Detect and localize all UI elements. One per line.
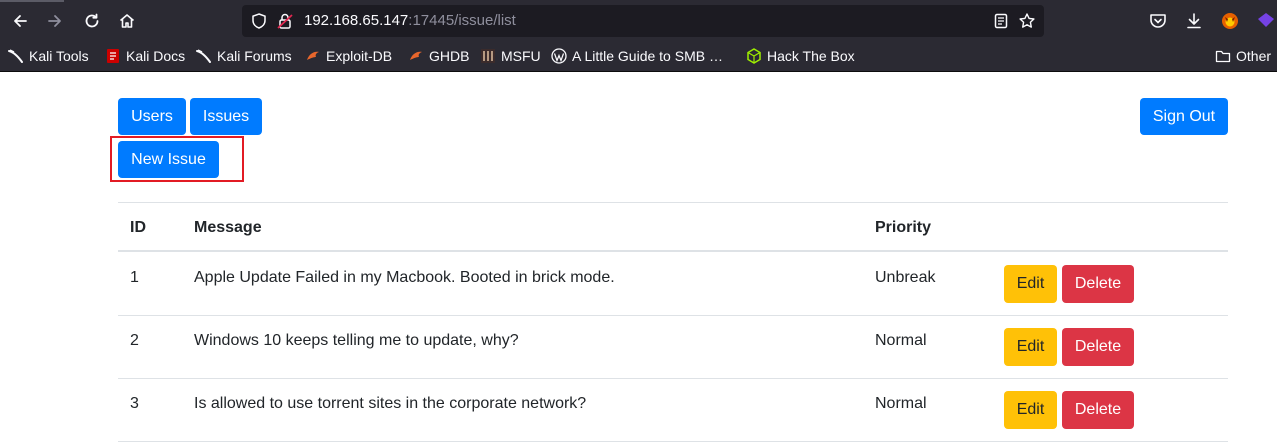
issue-message: Apple Update Failed in my Macbook. Boote… bbox=[194, 269, 615, 286]
users-button[interactable]: Users bbox=[118, 98, 186, 135]
bookmark-label: MSFU bbox=[501, 48, 541, 64]
edit-button[interactable]: Edit bbox=[1004, 265, 1057, 303]
bookmarks-bar: Kali Tools Kali Docs Kali Forums Exploit… bbox=[0, 42, 1277, 72]
issues-button[interactable]: Issues bbox=[190, 98, 262, 135]
edit-button[interactable]: Edit bbox=[1004, 391, 1057, 429]
kali-dragon-icon bbox=[8, 49, 23, 63]
insecure-lock-icon[interactable] bbox=[276, 12, 294, 30]
home-button[interactable] bbox=[114, 8, 140, 34]
issue-priority: Normal bbox=[875, 395, 927, 412]
column-header-id: ID bbox=[130, 219, 146, 236]
edit-button[interactable]: Edit bbox=[1004, 328, 1057, 366]
bookmark-kali-docs[interactable]: Kali Docs bbox=[105, 48, 185, 64]
delete-button[interactable]: Delete bbox=[1062, 391, 1134, 429]
pocket-icon[interactable] bbox=[1148, 11, 1168, 31]
bookmark-smb-guide[interactable]: A Little Guide to SMB … bbox=[551, 48, 723, 64]
row-divider bbox=[118, 378, 1228, 379]
issue-priority: Normal bbox=[875, 332, 927, 349]
issue-message: Is allowed to use torrent sites in the c… bbox=[194, 395, 587, 412]
wordpress-icon bbox=[551, 48, 567, 64]
browser-toolbar: 192.168.65.147:17445/issue/list bbox=[0, 0, 1277, 42]
other-bookmarks-label: Other bbox=[1236, 48, 1272, 64]
kali-docs-icon bbox=[107, 49, 119, 63]
bookmark-exploit-db[interactable]: Exploit-DB bbox=[305, 48, 392, 64]
downloads-icon[interactable] bbox=[1184, 11, 1204, 31]
url-text[interactable]: 192.168.65.147:17445/issue/list bbox=[304, 12, 516, 29]
table-top-border bbox=[118, 202, 1228, 203]
url-path: :17445/issue/list bbox=[408, 12, 516, 29]
bookmark-label: Exploit-DB bbox=[326, 48, 393, 64]
kali-dragon-icon bbox=[196, 49, 211, 63]
delete-button[interactable]: Delete bbox=[1062, 265, 1134, 303]
table-header-divider bbox=[118, 250, 1228, 252]
forward-button[interactable] bbox=[42, 8, 68, 34]
bookmark-label: A Little Guide to SMB … bbox=[572, 48, 723, 64]
folder-icon bbox=[1215, 50, 1231, 63]
extension-fox-icon[interactable] bbox=[1220, 11, 1240, 31]
msfu-icon bbox=[481, 49, 495, 63]
issue-message: Windows 10 keeps telling me to update, w… bbox=[194, 332, 519, 349]
issue-id: 1 bbox=[130, 269, 139, 286]
bookmark-kali-tools[interactable]: Kali Tools bbox=[8, 48, 89, 64]
bookmark-ghdb[interactable]: GHDB bbox=[408, 48, 469, 64]
bookmark-msfu[interactable]: MSFU bbox=[480, 48, 541, 64]
exploit-db-icon bbox=[410, 51, 422, 60]
row-divider bbox=[118, 315, 1228, 316]
home-icon bbox=[119, 14, 135, 28]
bookmark-kali-forums[interactable]: Kali Forums bbox=[196, 48, 292, 64]
tab-indicator bbox=[0, 0, 64, 2]
back-arrow-icon bbox=[14, 15, 27, 27]
bookmark-label: Kali Tools bbox=[29, 48, 89, 64]
bookmark-label: Kali Docs bbox=[126, 48, 186, 64]
issue-id: 3 bbox=[130, 395, 139, 412]
url-bar[interactable]: 192.168.65.147:17445/issue/list bbox=[242, 5, 1044, 37]
row-divider bbox=[118, 441, 1228, 442]
delete-button[interactable]: Delete bbox=[1062, 328, 1134, 366]
back-button[interactable] bbox=[7, 8, 33, 34]
issue-priority: Unbreak bbox=[875, 269, 936, 286]
other-bookmarks[interactable]: Other bbox=[1215, 48, 1271, 64]
reload-button[interactable] bbox=[79, 8, 105, 34]
bookmark-star-icon[interactable] bbox=[1018, 12, 1036, 30]
exploit-db-icon bbox=[307, 51, 319, 60]
url-host: 192.168.65.147 bbox=[304, 12, 409, 29]
reload-icon bbox=[85, 13, 99, 28]
reader-view-icon[interactable] bbox=[992, 12, 1010, 30]
issue-id: 2 bbox=[130, 332, 139, 349]
bookmark-label: Hack The Box bbox=[767, 48, 855, 64]
forward-arrow-icon bbox=[48, 15, 61, 27]
new-issue-button[interactable]: New Issue bbox=[118, 141, 219, 178]
bookmark-label: GHDB bbox=[429, 48, 470, 64]
hackthebox-icon bbox=[747, 48, 761, 64]
bookmark-hack-the-box[interactable]: Hack The Box bbox=[746, 48, 855, 64]
column-header-message: Message bbox=[194, 219, 262, 236]
shield-icon[interactable] bbox=[250, 12, 268, 30]
sign-out-button[interactable]: Sign Out bbox=[1140, 98, 1228, 135]
extension-cube-icon[interactable] bbox=[1256, 11, 1276, 31]
bookmark-label: Kali Forums bbox=[217, 48, 292, 64]
column-header-priority: Priority bbox=[875, 219, 932, 236]
